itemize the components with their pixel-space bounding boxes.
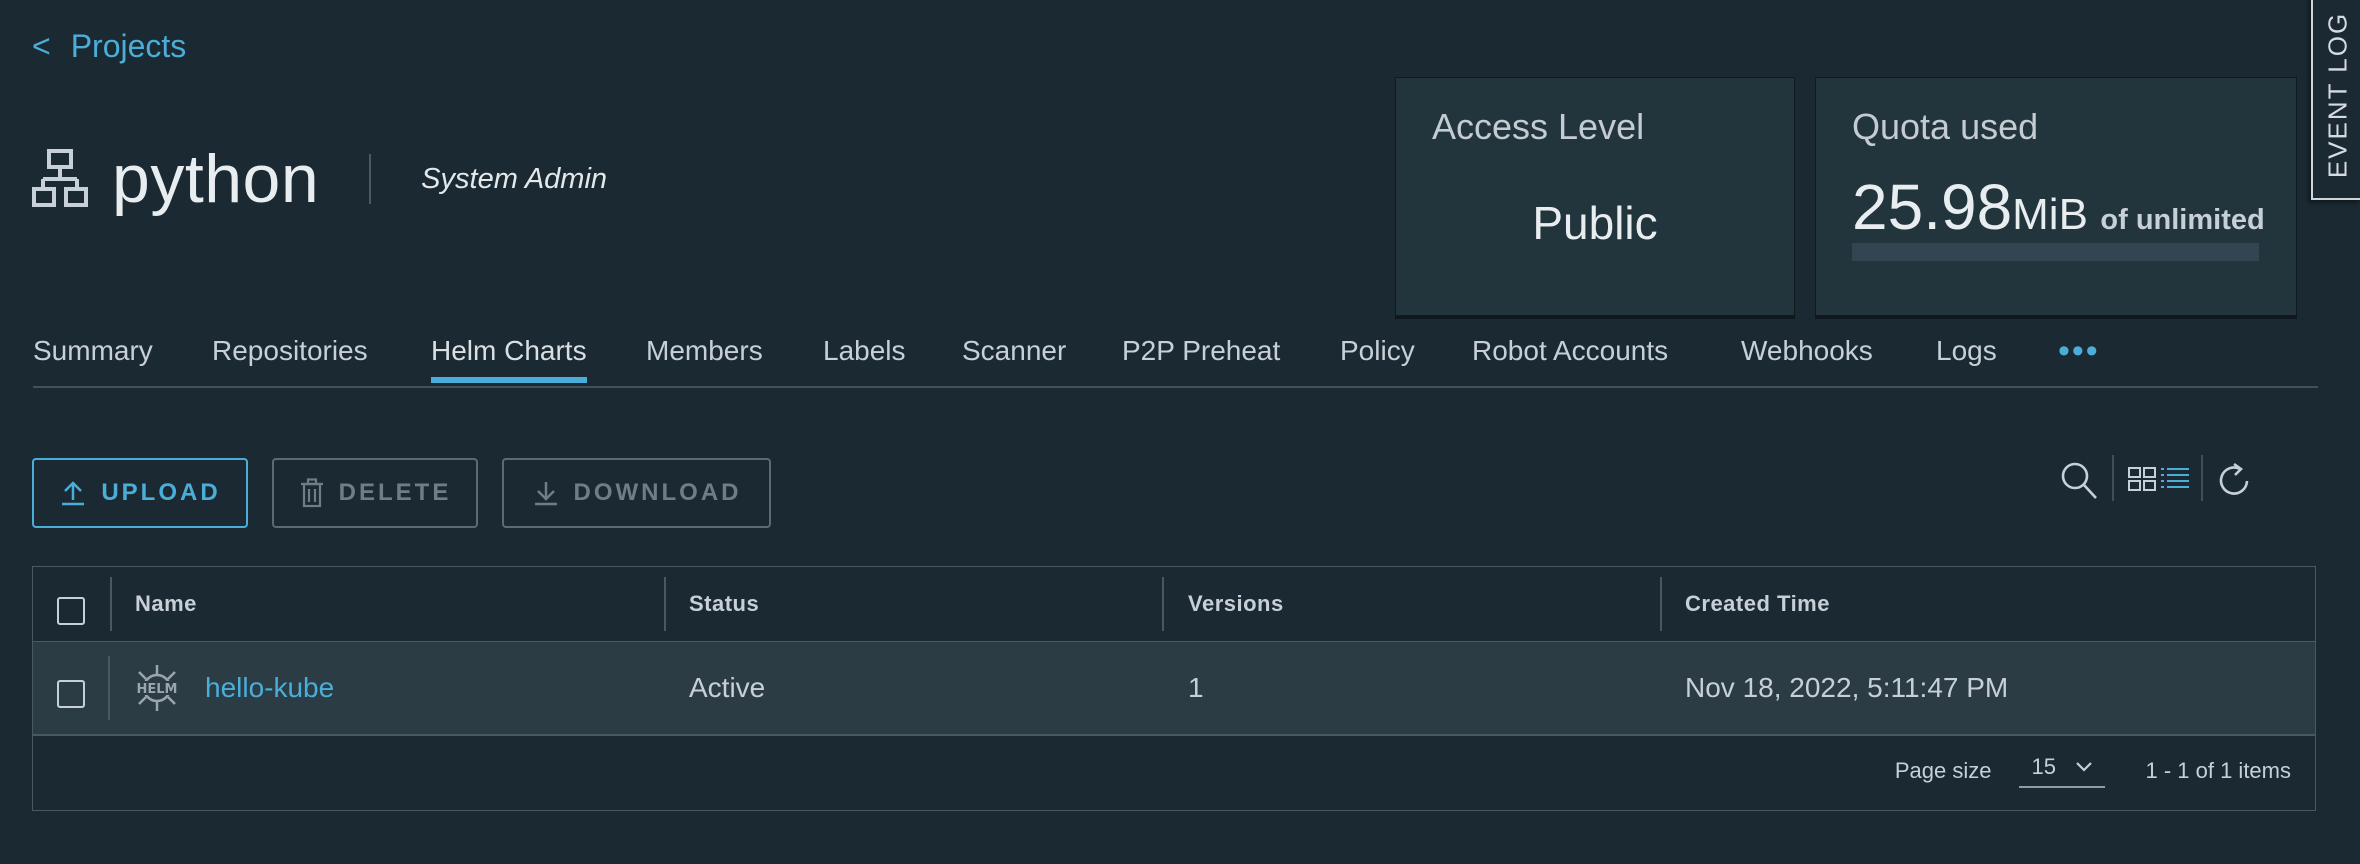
page-title: python <box>112 141 320 217</box>
pagination-info: 1 - 1 of 1 items <box>2145 758 2291 783</box>
chart-created-time: Nov 18, 2022, 5:11:47 PM <box>1685 672 2009 703</box>
page-size-value: 15 <box>2031 754 2056 779</box>
helm-chart-icon: HELM <box>132 665 182 711</box>
quota-number: 25.98 <box>1852 171 2013 243</box>
upload-label: UPLOAD <box>101 479 221 506</box>
tab-helm-charts[interactable]: Helm Charts <box>431 335 587 383</box>
chevron-down-icon <box>2076 762 2093 772</box>
quota-heading: Quota used <box>1852 106 2039 147</box>
title-divider <box>369 154 372 204</box>
row-divider <box>108 656 110 720</box>
user-role: System Admin <box>421 162 608 195</box>
delete-label: DELETE <box>338 479 452 506</box>
column-divider <box>1162 577 1164 631</box>
quota-limit-text: of unlimited <box>2100 204 2265 236</box>
tab-labels[interactable]: Labels <box>823 335 906 382</box>
table-header: Name Status Versions Created Time <box>33 567 2315 643</box>
table-row[interactable]: HELM hello-kube Active 1 Nov 18, 2022, 5… <box>33 642 2315 736</box>
chart-versions: 1 <box>1188 672 1204 703</box>
tab-logs[interactable]: Logs <box>1936 335 1997 382</box>
page-size-select[interactable]: 15 <box>2019 754 2106 788</box>
event-log-tab[interactable]: EVENT LOG <box>2311 0 2360 200</box>
table-footer: Page size 15 1 - 1 of 1 items <box>1895 754 2291 788</box>
project-header: python System Admin <box>32 140 607 218</box>
quota-unit: MiB <box>2012 190 2088 239</box>
back-to-projects-link[interactable]: < Projects <box>32 28 186 65</box>
view-toggle-icon[interactable] <box>2127 465 2191 493</box>
column-divider <box>664 577 666 631</box>
more-tabs-icon[interactable]: ••• <box>2058 332 2100 371</box>
tab-p2p-preheat[interactable]: P2P Preheat <box>1122 335 1280 382</box>
tab-policy[interactable]: Policy <box>1340 335 1415 382</box>
tab-scanner[interactable]: Scanner <box>962 335 1066 382</box>
access-level-card: Access Level Public <box>1395 77 1795 316</box>
column-header-versions[interactable]: Versions <box>1188 591 1284 617</box>
row-select-checkbox[interactable] <box>57 680 85 708</box>
quota-card: Quota used 25.98MiB of unlimited <box>1815 77 2297 316</box>
upload-button[interactable]: UPLOAD <box>32 458 248 528</box>
page-size-label: Page size <box>1894 758 1992 783</box>
chart-status: Active <box>689 672 766 703</box>
helm-charts-table: Name Status Versions Created Time HELM h… <box>32 566 2316 811</box>
select-all-checkbox[interactable] <box>57 597 85 625</box>
column-divider <box>110 577 112 631</box>
chart-name-link[interactable]: hello-kube <box>205 672 334 704</box>
upload-icon <box>62 481 85 506</box>
project-tabs: Summary Repositories Helm Charts Members… <box>33 330 2318 388</box>
download-label: DOWNLOAD <box>573 479 742 506</box>
quota-value: 25.98MiB of unlimited <box>1852 170 2265 244</box>
column-header-status[interactable]: Status <box>689 591 759 617</box>
quota-progress-bar <box>1852 243 2259 261</box>
event-log-label: EVENT LOG <box>2322 11 2352 179</box>
tab-repositories[interactable]: Repositories <box>212 335 368 382</box>
tab-webhooks[interactable]: Webhooks <box>1741 335 1873 382</box>
column-header-created-time[interactable]: Created Time <box>1685 591 1830 617</box>
column-divider <box>1660 577 1662 631</box>
toolbar-divider <box>2201 455 2203 501</box>
column-header-name[interactable]: Name <box>135 591 197 617</box>
project-tree-icon <box>32 149 88 207</box>
chevron-left-icon: < <box>32 28 51 64</box>
download-button[interactable]: DOWNLOAD <box>502 458 771 528</box>
refresh-icon[interactable] <box>2218 461 2252 499</box>
toolbar-divider <box>2112 455 2114 501</box>
download-icon <box>534 482 557 506</box>
trash-icon <box>300 478 323 508</box>
access-level-value: Public <box>1532 197 1658 249</box>
tab-summary[interactable]: Summary <box>33 335 153 382</box>
svg-text:HELM: HELM <box>137 682 178 697</box>
tab-members[interactable]: Members <box>646 335 763 382</box>
tab-robot-accounts[interactable]: Robot Accounts <box>1472 335 1668 382</box>
delete-button[interactable]: DELETE <box>272 458 478 528</box>
back-link-label: Projects <box>70 28 187 64</box>
search-icon[interactable] <box>2060 461 2098 501</box>
access-level-heading: Access Level <box>1432 106 1645 147</box>
